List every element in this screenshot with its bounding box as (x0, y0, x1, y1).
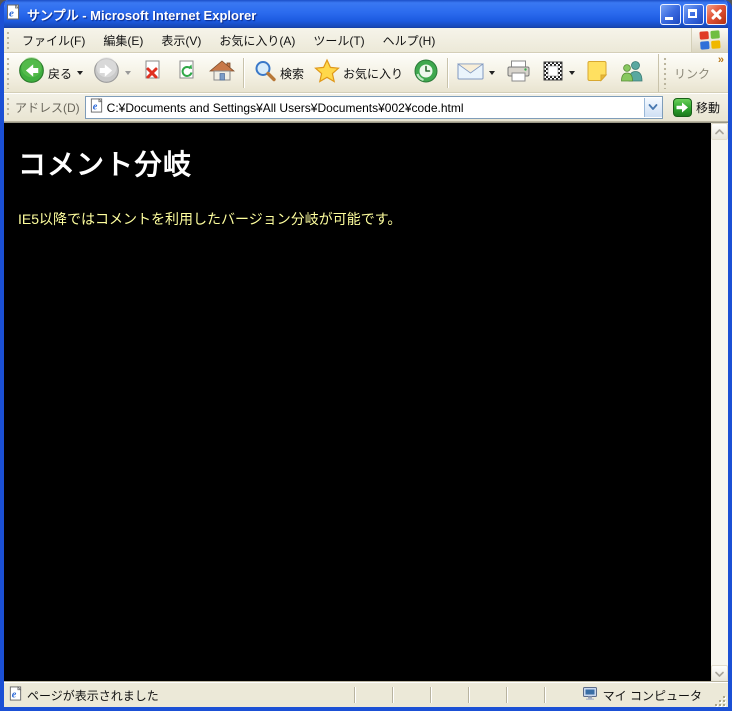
address-bar: アドレス(D) e C:¥Documents and Settings¥All … (4, 93, 728, 122)
vertical-scrollbar[interactable] (711, 123, 728, 682)
status-message: ページが表示されました (27, 688, 159, 703)
address-input[interactable]: e C:¥Documents and Settings¥All Users¥Do… (84, 96, 663, 119)
security-zone: マイ コンピュータ (582, 686, 712, 704)
windows-flag-throbber-icon (691, 28, 728, 52)
address-label: アドレス(D) (15, 101, 80, 115)
stop-icon (141, 59, 165, 88)
status-bar: e ページが表示されました マイ コンピュータ (4, 682, 728, 707)
mail-icon (456, 60, 485, 86)
go-arrow-icon (672, 98, 692, 117)
favorites-label: お気に入り (343, 66, 404, 81)
messenger-button[interactable] (614, 56, 650, 91)
go-button[interactable]: 移動 (668, 96, 725, 119)
menu-tools[interactable]: ツール(T) (304, 30, 373, 51)
toolbar-drag-handle[interactable] (6, 57, 11, 89)
status-separator (543, 687, 546, 703)
home-icon (208, 59, 236, 88)
chevron-more-icon[interactable]: » (718, 55, 724, 66)
history-button[interactable] (408, 55, 444, 92)
zone-label: マイ コンピュータ (602, 688, 702, 703)
note-icon (585, 59, 609, 88)
toolbar-separator (243, 58, 246, 88)
close-button[interactable] (706, 3, 727, 25)
go-label: 移動 (695, 101, 720, 115)
status-page-icon: e (8, 686, 23, 704)
edit-dropdown-icon (569, 71, 576, 75)
address-dropdown-button[interactable] (643, 98, 662, 117)
svg-text:e: e (92, 101, 97, 112)
address-value[interactable]: C:¥Documents and Settings¥All Users¥Docu… (107, 101, 644, 115)
links-drag-handle[interactable] (662, 57, 668, 89)
home-button[interactable] (204, 56, 240, 91)
back-icon (18, 57, 45, 89)
refresh-icon (175, 59, 199, 88)
edit-button[interactable] (537, 57, 580, 90)
forward-button[interactable] (88, 54, 136, 92)
svg-text:e: e (9, 7, 14, 19)
my-computer-icon (582, 686, 598, 704)
search-icon (253, 59, 277, 88)
menu-help[interactable]: ヘルプ(H) (374, 30, 445, 51)
resize-grip[interactable] (712, 693, 726, 707)
browser-window: e サンプル - Microsoft Internet Explorer ファイ… (0, 0, 732, 711)
discuss-button[interactable] (580, 56, 614, 91)
links-label[interactable]: リンク (670, 65, 728, 82)
print-button[interactable] (500, 56, 537, 91)
mail-dropdown-icon (489, 71, 496, 75)
browser-viewport: コメント分岐 IE5以降ではコメントを利用したバージョン分岐が可能です。 (4, 122, 728, 682)
page-paragraph: IE5以降ではコメントを利用したバージョン分岐が可能です。 (18, 211, 402, 227)
favorites-star-icon (314, 58, 340, 88)
status-separator (429, 687, 432, 703)
minimize-button[interactable] (660, 3, 681, 25)
maximize-button[interactable] (683, 3, 704, 25)
scroll-down-button[interactable] (711, 665, 728, 682)
toolbar-separator (447, 58, 450, 88)
window-title: サンプル - Microsoft Internet Explorer (27, 7, 257, 23)
menu-file[interactable]: ファイル(F) (13, 30, 94, 51)
menu-bar: ファイル(F) 編集(E) 表示(V) お気に入り(A) ツール(T) ヘルプ(… (4, 28, 728, 53)
forward-icon (93, 57, 120, 89)
ie-document-icon: e (5, 3, 21, 25)
status-message-area: e ページが表示されました (6, 686, 354, 704)
history-icon (413, 58, 439, 89)
standard-toolbar: 戻る 検索 お気に入り リンク » (4, 53, 728, 93)
search-button[interactable]: 検索 (248, 56, 309, 91)
links-toolbar: リンク » (657, 54, 728, 92)
mail-button[interactable] (452, 57, 500, 89)
favorites-button[interactable]: お気に入り (309, 55, 408, 91)
menu-edit[interactable]: 編集(E) (94, 30, 152, 51)
messenger-people-icon (619, 59, 645, 88)
status-separator (467, 687, 470, 703)
stop-button[interactable] (136, 56, 170, 91)
refresh-button[interactable] (170, 56, 204, 91)
scroll-up-button[interactable] (711, 123, 728, 140)
back-label: 戻る (48, 66, 73, 81)
menu-view[interactable]: 表示(V) (152, 30, 210, 51)
edit-page-icon (542, 60, 564, 87)
status-separator (391, 687, 394, 703)
print-icon (505, 59, 532, 88)
status-separator (505, 687, 508, 703)
search-label: 検索 (280, 66, 305, 81)
back-dropdown-icon (77, 71, 84, 75)
page-icon: e (89, 97, 104, 118)
page-heading: コメント分岐 (18, 149, 193, 180)
forward-dropdown-icon (125, 71, 132, 75)
menu-favorites[interactable]: お気に入り(A) (210, 30, 304, 51)
back-button[interactable]: 戻る (13, 54, 88, 92)
svg-text:e: e (12, 690, 17, 701)
addressbar-drag-handle[interactable] (6, 97, 11, 118)
title-bar[interactable]: e サンプル - Microsoft Internet Explorer (4, 0, 728, 28)
status-separator (353, 687, 356, 703)
page-content: コメント分岐 IE5以降ではコメントを利用したバージョン分岐が可能です。 (4, 123, 711, 682)
menubar-drag-handle[interactable] (6, 31, 11, 49)
